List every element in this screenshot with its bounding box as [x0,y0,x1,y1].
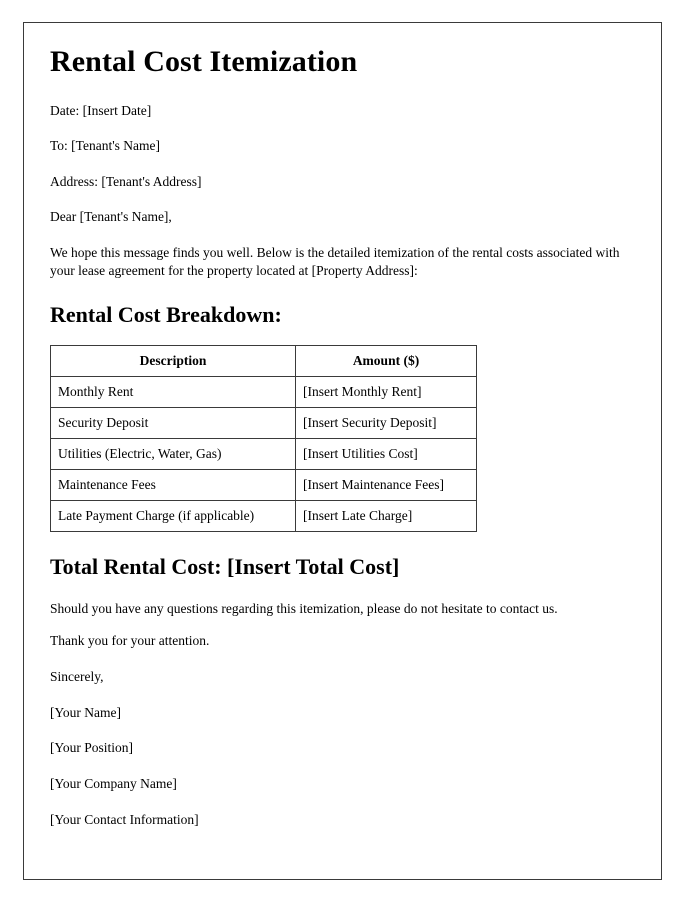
signature-name: [Your Name] [50,704,121,720]
total-rental-cost-heading: Total Rental Cost: [Insert Total Cost] [50,553,400,579]
closing-paragraph: Should you have any questions regarding … [50,600,558,616]
salutation: Dear [Tenant's Name], [50,209,172,225]
cell-description: Security Deposit [50,406,296,439]
cell-amount: [Insert Monthly Rent] [295,375,477,408]
cell-description: Utilities (Electric, Water, Gas) [50,437,296,470]
meta-line-address: Address: [Tenant's Address] [50,173,202,189]
meta-line-date: Date: [Insert Date] [50,102,152,118]
cell-amount: [Insert Maintenance Fees] [295,468,477,501]
table-row: Maintenance Fees [Insert Maintenance Fee… [50,468,477,501]
cell-amount: [Insert Security Deposit] [295,406,477,439]
document-page-border: Rental Cost Itemization Date: [Insert Da… [23,22,662,880]
table-header-row: Description Amount ($) [50,344,477,377]
intro-paragraph: We hope this message finds you well. Bel… [50,244,620,278]
signature-contact: [Your Contact Information] [50,811,199,827]
cell-amount: [Insert Late Charge] [295,499,477,532]
table-row: Utilities (Electric, Water, Gas) [Insert… [50,437,477,470]
document-body: Rental Cost Itemization Date: [Insert Da… [50,45,635,846]
table-row: Monthly Rent [Insert Monthly Rent] [50,375,477,408]
table-row: Security Deposit [Insert Security Deposi… [50,406,477,439]
breakdown-heading: Rental Cost Breakdown: [50,302,282,328]
cell-amount: [Insert Utilities Cost] [295,437,477,470]
signoff-line: Sincerely, [50,669,104,685]
column-header-amount: Amount ($) [295,344,477,377]
table-row: Late Payment Charge (if applicable) [Ins… [50,499,477,532]
meta-line-recipient: To: [Tenant's Name] [50,138,161,154]
cell-description: Maintenance Fees [50,468,296,501]
signature-position: [Your Position] [50,740,134,756]
cell-description: Monthly Rent [50,375,296,408]
column-header-description: Description [50,344,296,377]
thanks-line: Thank you for your attention. [50,633,210,649]
page-title: Rental Cost Itemization [50,45,358,78]
signature-company: [Your Company Name] [50,775,177,791]
rental-cost-table: Description Amount ($) Monthly Rent [Ins… [50,344,477,532]
cell-description: Late Payment Charge (if applicable) [50,499,296,532]
